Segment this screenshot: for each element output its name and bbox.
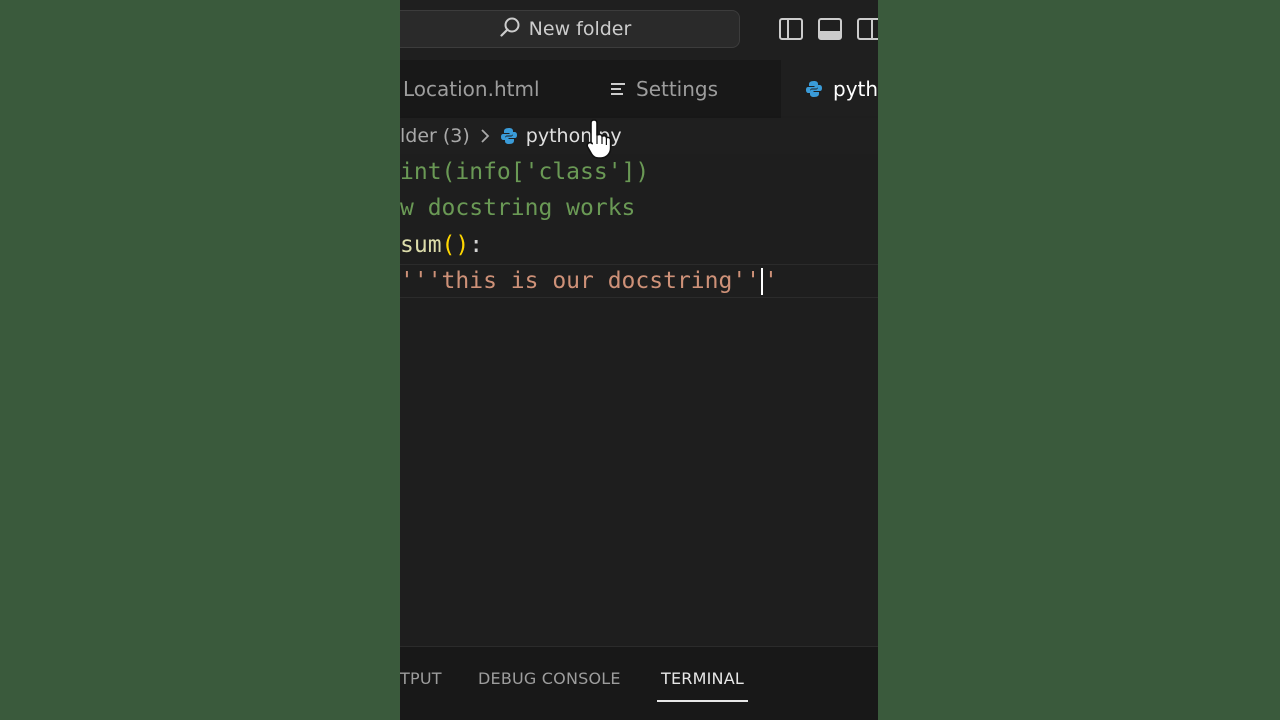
open-paren: ( bbox=[441, 232, 456, 258]
breadcrumb: lder (3) python.py bbox=[400, 118, 878, 154]
code-line: '''this is our docstring'' ' bbox=[400, 263, 778, 299]
bottom-panel: TPUT DEBUG CONSOLE TERMINAL bbox=[400, 646, 878, 720]
code-line: sum(): bbox=[400, 227, 483, 263]
docstring-end: ' bbox=[764, 268, 778, 294]
panel-tab-output[interactable]: TPUT bbox=[400, 669, 442, 688]
text-caret bbox=[761, 268, 764, 295]
breadcrumb-folder[interactable]: lder (3) bbox=[400, 125, 470, 147]
colon: : bbox=[469, 232, 484, 258]
tab-python-py[interactable]: pytho bbox=[781, 60, 878, 118]
tab-label: Settings bbox=[636, 77, 719, 101]
function-name: sum bbox=[400, 232, 442, 258]
panel-tab-debug-console[interactable]: DEBUG CONSOLE bbox=[478, 669, 621, 688]
hand-pointer-cursor-icon bbox=[586, 118, 614, 164]
toggle-secondary-sidebar-icon[interactable] bbox=[856, 16, 878, 42]
tab-location-html[interactable]: Location.html bbox=[403, 60, 540, 118]
search-label: New folder bbox=[528, 18, 632, 40]
vscode-window: New folder Location.html Settings pyth l… bbox=[400, 0, 878, 720]
panel-tab-terminal[interactable]: TERMINAL bbox=[657, 669, 748, 702]
toggle-panel-icon[interactable] bbox=[817, 16, 843, 42]
docstring-text: '''this is our docstring'' bbox=[400, 268, 761, 294]
tab-settings[interactable]: Settings bbox=[610, 60, 718, 118]
chevron-right-icon bbox=[480, 128, 490, 144]
code-line: w docstring works bbox=[400, 195, 636, 221]
layout-controls bbox=[778, 16, 878, 42]
python-icon bbox=[500, 127, 518, 145]
toggle-sidebar-icon[interactable] bbox=[778, 16, 804, 42]
tab-label: Location.html bbox=[403, 77, 540, 101]
editor-tabs: Location.html Settings pytho bbox=[400, 60, 878, 118]
settings-list-icon bbox=[610, 81, 626, 97]
title-bar: New folder bbox=[400, 0, 878, 60]
code-editor[interactable]: int(info['class']) w docstring works sum… bbox=[400, 154, 878, 646]
close-paren: ) bbox=[455, 232, 470, 258]
python-icon bbox=[805, 80, 823, 98]
command-center-search[interactable]: New folder bbox=[400, 10, 740, 48]
tab-label: pytho bbox=[833, 77, 878, 101]
search-icon bbox=[499, 16, 521, 42]
